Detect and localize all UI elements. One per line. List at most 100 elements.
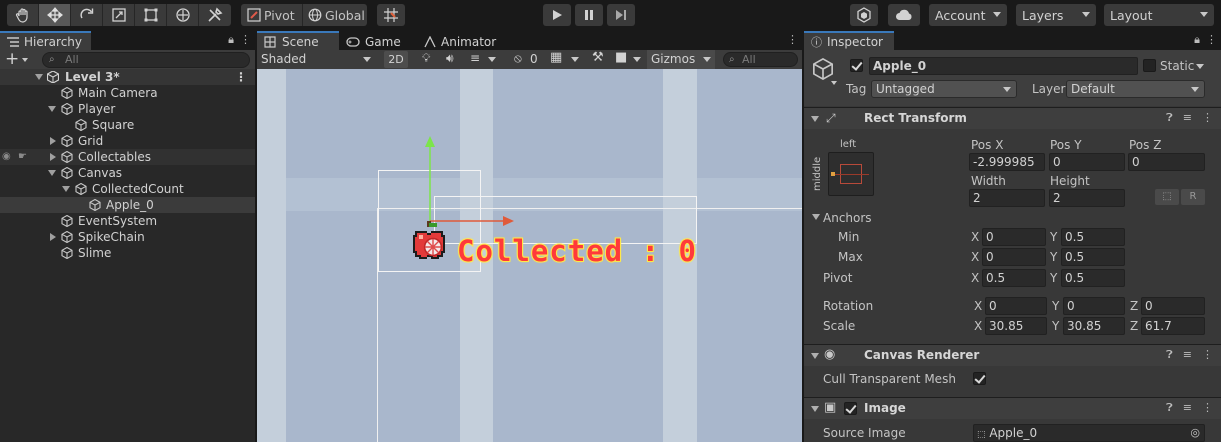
chevron-down-icon[interactable] (488, 57, 496, 62)
lock-icon[interactable]: 🔒︎ (1194, 33, 1200, 47)
anchor-presets-button[interactable] (828, 152, 874, 196)
more-options-icon[interactable]: ⋮ (787, 33, 798, 46)
audio-icon[interactable]: 🔊︎ (446, 51, 454, 66)
tab-scene[interactable]: Scene (257, 31, 339, 50)
layer-dropdown[interactable]: Default (1066, 80, 1205, 98)
scene-row-level-3[interactable]: Level 3* ⋮ (0, 69, 255, 85)
help-icon[interactable]: ❓︎ (1166, 111, 1173, 125)
image-component-header[interactable]: ▣ Image ❓︎ ≡ ⋮ (804, 397, 1221, 419)
list-item[interactable]: CollectedCount (0, 181, 255, 197)
canvas-renderer-header[interactable]: ◉ Canvas Renderer ❓︎ ≡ ⋮ (804, 344, 1221, 366)
global-toggle[interactable]: Global (303, 4, 367, 26)
list-item[interactable]: ◉ ☛ Collectables (0, 149, 255, 165)
preset-icon[interactable]: ≡ (1183, 348, 1192, 362)
chevron-down-icon[interactable] (571, 57, 579, 62)
account-dropdown[interactable]: Account (929, 4, 1007, 26)
fold-closed-icon[interactable] (50, 233, 56, 241)
fold-open-icon[interactable] (811, 353, 819, 359)
tools-icon[interactable]: ⚒ (592, 50, 604, 65)
more-options-icon[interactable]: ⋮ (1206, 33, 1217, 47)
fold-open-icon[interactable] (35, 74, 43, 80)
more-options-icon[interactable]: ⋮ (1202, 111, 1213, 125)
apple-sprite[interactable] (409, 221, 449, 265)
fold-open-icon[interactable] (811, 406, 819, 412)
hierarchy-search-input[interactable]: ⌕ All (42, 52, 250, 68)
camera-icon[interactable]: ■ (615, 50, 627, 65)
tag-dropdown[interactable]: Untagged (871, 80, 1017, 98)
scene-search-input[interactable]: ⌕ All (723, 52, 798, 67)
rect-tool-button[interactable] (135, 4, 167, 26)
fold-open-icon[interactable] (62, 186, 70, 192)
object-picker-icon[interactable]: ◎ (1190, 425, 1200, 441)
rotation-x-field[interactable]: 0 (985, 297, 1047, 315)
fold-open-icon[interactable] (812, 214, 820, 220)
list-item[interactable]: Square (0, 117, 255, 133)
custom-tool-button[interactable] (199, 4, 231, 26)
pivot-toggle[interactable]: Pivot (241, 4, 303, 26)
min-x-field[interactable]: 0 (982, 228, 1046, 246)
pos-x-field[interactable]: -2.999985 (969, 153, 1045, 171)
min-y-field[interactable]: 0.5 (1061, 228, 1125, 246)
preset-icon[interactable]: ≡ (1183, 401, 1192, 415)
play-button[interactable] (543, 4, 571, 26)
cull-transparent-checkbox[interactable] (973, 372, 986, 385)
more-options-icon[interactable]: ⋮ (1202, 348, 1213, 362)
fold-open-icon[interactable] (48, 106, 56, 112)
list-item-selected[interactable]: Apple_0 (0, 197, 255, 213)
scale-x-field[interactable]: 30.85 (985, 317, 1047, 335)
pause-button[interactable] (575, 4, 603, 26)
more-options-icon[interactable]: ⋮ (235, 69, 247, 85)
width-field[interactable]: 2 (969, 189, 1045, 207)
list-item[interactable]: Slime (0, 245, 255, 261)
preset-icon[interactable]: ≡ (1183, 111, 1192, 125)
fold-closed-icon[interactable] (50, 137, 56, 145)
rect-transform-header[interactable]: ⤢ Rect Transform ❓︎ ≡ ⋮ (804, 107, 1221, 129)
scale-y-field[interactable]: 30.85 (1063, 317, 1125, 335)
chevron-down-icon[interactable] (1196, 64, 1204, 69)
collab-button[interactable] (850, 4, 878, 26)
pos-y-field[interactable]: 0 (1049, 153, 1125, 171)
static-checkbox[interactable] (1143, 59, 1156, 72)
gizmos-dropdown[interactable]: Gizmos (647, 50, 715, 69)
height-field[interactable]: 2 (1049, 189, 1125, 207)
cloud-button[interactable] (888, 4, 920, 26)
add-button[interactable]: + (5, 50, 35, 70)
chevron-down-icon[interactable] (831, 81, 837, 85)
max-y-field[interactable]: 0.5 (1061, 248, 1125, 266)
raw-edit-button[interactable]: R (1181, 189, 1205, 205)
snap-grid-button[interactable] (377, 4, 405, 26)
tab-inspector[interactable]: ⓘ Inspector (804, 31, 894, 50)
shading-dropdown[interactable]: Shaded (257, 50, 377, 69)
grid-toggle-icon[interactable]: ▦ (550, 50, 562, 65)
pos-z-field[interactable]: 0 (1128, 153, 1205, 171)
blueprint-mode-button[interactable]: ⬚ (1155, 189, 1179, 205)
scale-z-field[interactable]: 61.7 (1141, 317, 1205, 335)
list-item[interactable]: SpikeChain (0, 229, 255, 245)
tab-animator[interactable]: Animator (417, 31, 507, 50)
hand-tool-button[interactable] (7, 4, 39, 26)
list-item[interactable]: EventSystem (0, 213, 255, 229)
list-item[interactable]: Main Camera (0, 85, 255, 101)
collected-count-text[interactable]: Collected : 0 (456, 233, 697, 269)
layout-dropdown[interactable]: Layout (1104, 4, 1214, 26)
step-button[interactable] (607, 4, 635, 26)
help-icon[interactable]: ❓︎ (1166, 401, 1173, 415)
list-item[interactable]: Canvas (0, 165, 255, 181)
transform-tool-button[interactable] (167, 4, 199, 26)
fold-open-icon[interactable] (811, 116, 819, 122)
list-item[interactable]: Grid (0, 133, 255, 149)
list-item[interactable]: Player (0, 101, 255, 117)
lightbulb-icon[interactable]: 💡︎ (422, 51, 430, 66)
effects-icon[interactable]: ≡ (470, 51, 480, 65)
chevron-down-icon[interactable] (633, 57, 641, 62)
source-image-field[interactable]: ⬚ Apple_0 ◎ (973, 424, 1205, 442)
lock-icon[interactable]: 🔒︎ (228, 33, 234, 47)
fold-closed-icon[interactable] (50, 153, 56, 161)
max-x-field[interactable]: 0 (982, 248, 1046, 266)
scene-viewport[interactable]: Collected : 0 (257, 69, 802, 442)
help-icon[interactable]: ❓︎ (1166, 348, 1173, 362)
pick-disabled-icon[interactable]: ☛ (18, 149, 27, 165)
eye-hidden-icon[interactable]: ◉ (2, 149, 11, 165)
rotation-y-field[interactable]: 0 (1063, 297, 1125, 315)
pivot-y-field[interactable]: 0.5 (1061, 269, 1125, 287)
